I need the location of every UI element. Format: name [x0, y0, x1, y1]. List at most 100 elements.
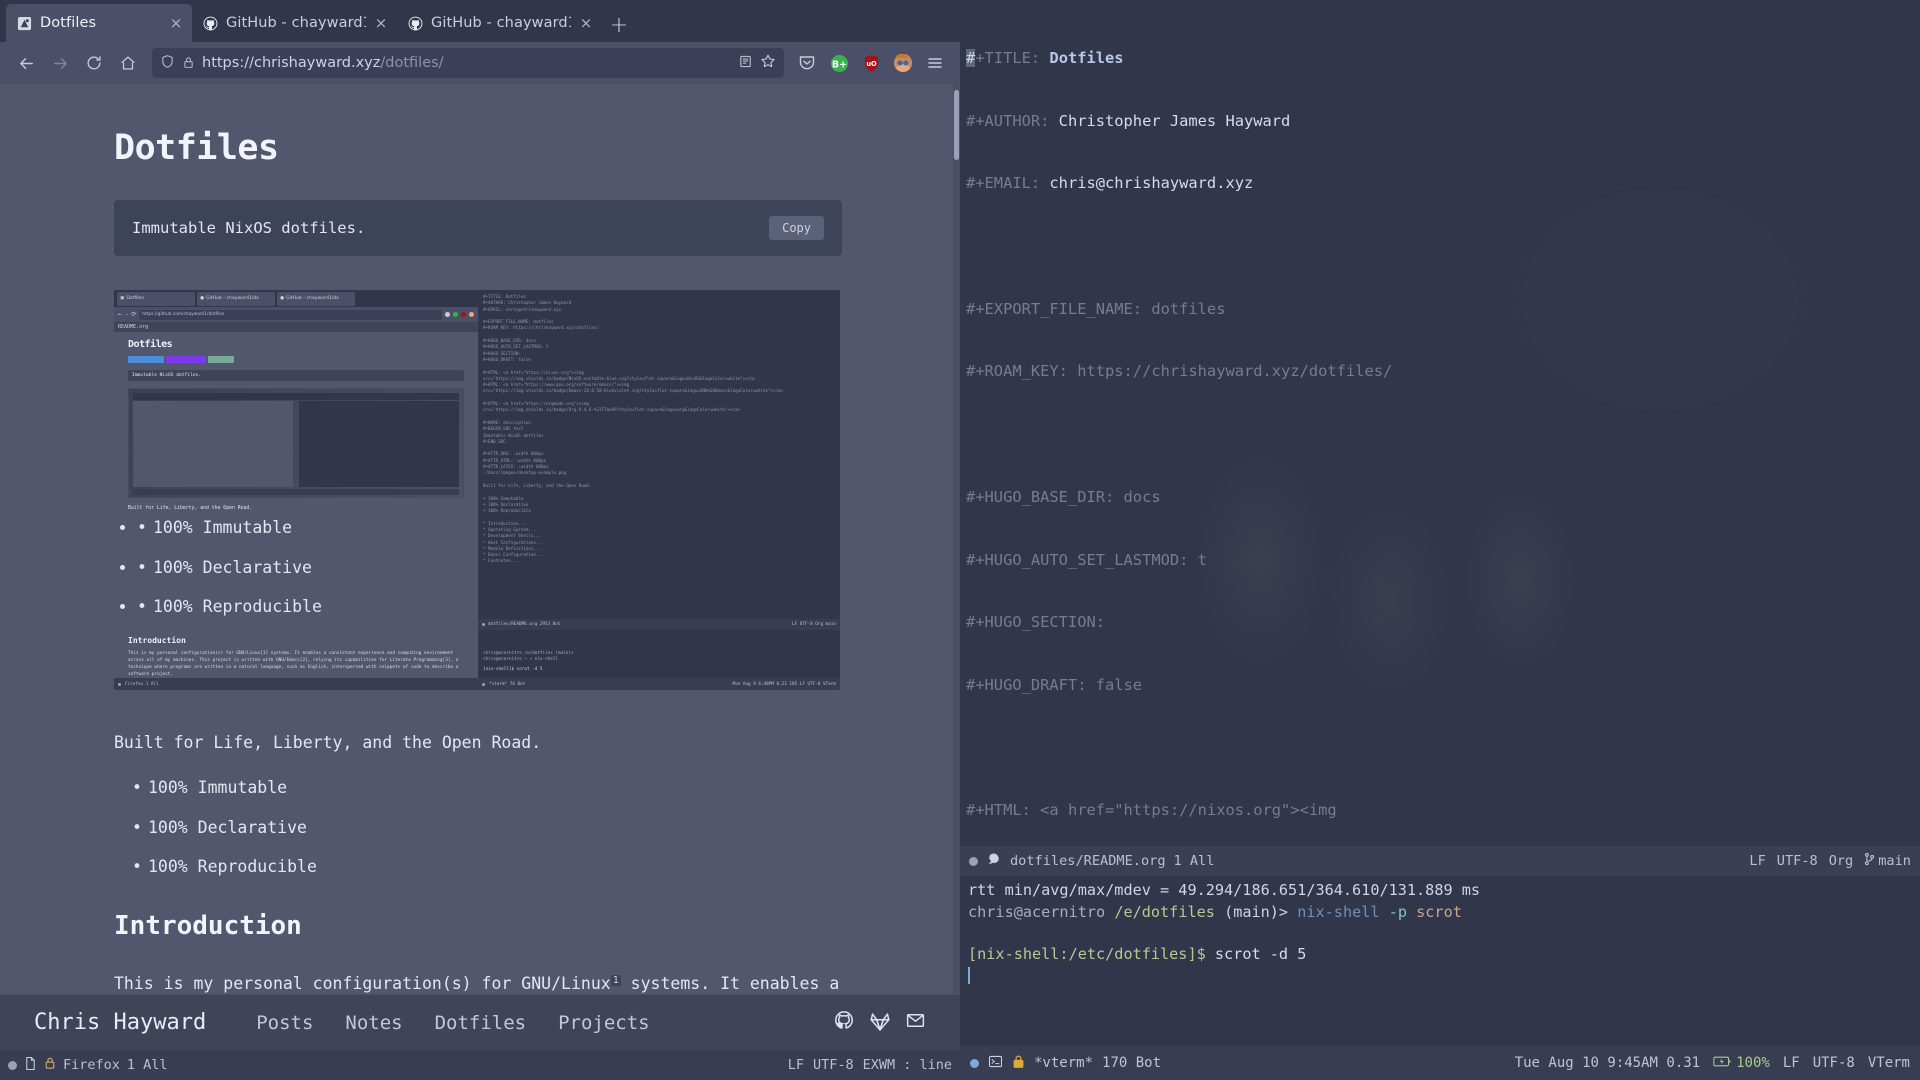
bitwarden-extension-icon[interactable]: B+: [824, 48, 854, 78]
address-bar[interactable]: https://chrishayward.xyz/dotfiles/: [152, 48, 784, 78]
inner-src-block: Immutable NixOS dotfiles.: [128, 370, 464, 381]
inner-heading: Introduction: [128, 635, 186, 645]
inner-emacs-window: #+TITLE: Dotfiles #+AUTHOR: Christopher …: [478, 290, 840, 690]
terminal-cursor: [968, 966, 970, 984]
terminal-line-prompt1: chris@acernitro /e/dotfiles (main)> nix-…: [968, 902, 1462, 921]
browser-tab-close-icon[interactable]: ×: [578, 15, 594, 31]
copy-button[interactable]: Copy: [769, 216, 824, 240]
org-line-blank: [966, 738, 1910, 759]
terminal-line-prompt2: [nix-shell:/etc/dotfiles]$ scrot -d 5: [968, 945, 1307, 963]
modeline-buffer-name: Firefox: [63, 1057, 120, 1073]
emacs-modeline-branch: main: [1878, 853, 1911, 869]
modeline-major-mode: EXWM : line: [862, 1057, 952, 1073]
ublock-origin-extension-icon[interactable]: uO: [856, 48, 886, 78]
inner-feature: 100% Declarative: [137, 557, 464, 579]
hamburger-menu-icon[interactable]: [920, 48, 950, 78]
inner-vterm-right: Mon Aug 9 6:48PM 0.23 105 LF UTF-8 VTerm: [732, 681, 836, 687]
desktop-example-image: ▣ Dotfiles ● GitHub - chayward1/do ● Git…: [114, 290, 840, 690]
back-button[interactable]: [10, 48, 42, 78]
home-button[interactable]: [112, 48, 144, 78]
bookmark-star-icon[interactable]: [760, 53, 776, 73]
modeline-right-section: LF UTF-8 EXWM : line: [788, 1057, 952, 1073]
section-heading-introduction: Introduction: [114, 911, 302, 942]
firefox-modeline: Firefox 1 All LF UTF-8 EXWM : line: [0, 1050, 960, 1080]
browser-tab-title: GitHub - chayward1/dotfi: [431, 15, 571, 31]
pocket-extension-icon[interactable]: [792, 48, 822, 78]
inner-emacs-modeline-right: LF UTF-8 Org main: [792, 622, 836, 627]
modeline-status-dot: [969, 856, 978, 866]
site-link-dotfiles[interactable]: Dotfiles: [435, 1012, 527, 1034]
org-line-blank: [966, 236, 1910, 257]
emacs-modeline-major-mode: Org: [1828, 853, 1854, 869]
site-brand[interactable]: Chris Hayward: [34, 1010, 206, 1035]
modeline-position: 1 All: [126, 1057, 168, 1073]
browser-tab-title: Dotfiles: [40, 15, 97, 31]
svg-text:uO: uO: [866, 59, 877, 67]
org-line: #+HUGO_BASE_DIR: docs: [966, 487, 1161, 506]
browser-scrollbar-thumb[interactable]: [954, 90, 959, 160]
inner-tab-label: GitHub - chayward1/do: [206, 296, 259, 301]
github-icon[interactable]: [833, 1010, 855, 1036]
shield-tracking-icon[interactable]: [160, 54, 175, 73]
site-link-posts[interactable]: Posts: [256, 1012, 313, 1034]
terminal-cursor-line: [968, 966, 1912, 988]
modeline-status-dot: [8, 1060, 17, 1070]
reload-button[interactable]: [78, 48, 110, 78]
lock-icon: [44, 1056, 56, 1074]
org-line: #+HTML: <a href="https://nixos.org"><img: [966, 801, 1337, 820]
inner-nav-toolbar: ← → ⟳ https://github.com/chayward1/dotfi…: [114, 307, 478, 322]
email-icon[interactable]: [905, 1010, 926, 1035]
inner-firefox-window: ▣ Dotfiles ● GitHub - chayward1/do ● Git…: [114, 290, 840, 690]
inner-tab: ▣ Dotfiles: [117, 291, 195, 306]
gitlab-icon[interactable]: [869, 1010, 891, 1036]
feature-item: 100% Reproducible: [132, 856, 842, 878]
emacs-modeline: dotfiles/README.org 1 All LF UTF-8 Org m…: [960, 846, 1920, 876]
site-link-projects[interactable]: Projects: [558, 1012, 650, 1034]
reader-view-icon[interactable]: [738, 54, 753, 73]
github-favicon-icon: [407, 15, 424, 32]
new-tab-button[interactable]: +: [602, 8, 636, 42]
github-favicon-icon: [202, 15, 219, 32]
lock-icon[interactable]: [182, 54, 195, 73]
inner-badges: [128, 356, 464, 363]
vterm-buffer[interactable]: rtt min/avg/max/mdev = 49.294/186.651/36…: [960, 876, 1920, 1046]
forward-button[interactable]: [44, 48, 76, 78]
browser-tab-github-2[interactable]: GitHub - chayward1/dotfi ×: [397, 4, 602, 42]
inner-feature: 100% Immutable: [137, 517, 464, 539]
browser-tab-close-icon[interactable]: ×: [373, 15, 389, 31]
browser-scrollbar[interactable]: [953, 84, 960, 994]
statusbar-position: 170 Bot: [1102, 1055, 1162, 1071]
statusbar-buffer: *vterm*: [1034, 1055, 1094, 1071]
org-line: #+HUGO_AUTO_SET_LASTMOD: t: [966, 550, 1207, 569]
terminal-line-ping: rtt min/avg/max/mdev = 49.294/186.651/36…: [968, 881, 1481, 899]
svg-text:B+: B+: [831, 59, 846, 70]
inner-tagline: Built for Life, Liberty, and the Open Ro…: [128, 506, 253, 511]
inner-favicon-icon: ▣: [120, 296, 125, 301]
emacs-org-icon: [986, 852, 1002, 871]
browser-tab-title: GitHub - chayward1/dotfi: [226, 15, 366, 31]
browser-tab-github-1[interactable]: GitHub - chayward1/dotfi ×: [192, 4, 397, 42]
intro-text-b: systems. It enables a: [620, 974, 840, 994]
org-line: #+EXPORT_FILE_NAME: dotfiles: [966, 299, 1226, 318]
account-avatar-icon[interactable]: [888, 48, 918, 78]
org-buffer-readme[interactable]: #+TITLE: Dotfiles #+AUTHOR: Christopher …: [960, 0, 1920, 846]
inner-page-title: Dotfiles: [128, 339, 173, 350]
feature-item: 100% Immutable: [132, 777, 842, 799]
firefox-window: Dotfiles × GitHub - chayward1/dotfi × Gi…: [0, 0, 960, 1080]
address-bar-url: https://chrishayward.xyz/dotfiles/: [202, 55, 444, 71]
statusbar-status-dot: [970, 1058, 979, 1068]
browser-tab-dotfiles[interactable]: Dotfiles ×: [6, 4, 192, 42]
org-title-value: Dotfiles: [1040, 48, 1124, 67]
inner-vterm-buffer: *vterm* 74 Bot: [489, 681, 526, 687]
modeline-eol: LF: [787, 1057, 804, 1073]
browser-viewport: Dotfiles Immutable NixOS dotfiles. Copy …: [0, 84, 960, 994]
inner-modeline-buffer: Firefox 1 All: [125, 681, 159, 687]
battery-status: 100%: [1713, 1055, 1770, 1072]
footnote-ref[interactable]: 1: [610, 974, 621, 986]
inner-tab: ● GitHub - chayward1/do: [277, 291, 355, 306]
statusbar-datetime: Tue Aug 10 9:45AM 0.31: [1514, 1055, 1701, 1071]
feature-list: 100% Immutable 100% Declarative 100% Rep…: [132, 777, 842, 878]
feature-item: 100% Declarative: [132, 817, 842, 839]
browser-tab-close-icon[interactable]: ×: [168, 15, 184, 31]
site-link-notes[interactable]: Notes: [345, 1012, 402, 1034]
